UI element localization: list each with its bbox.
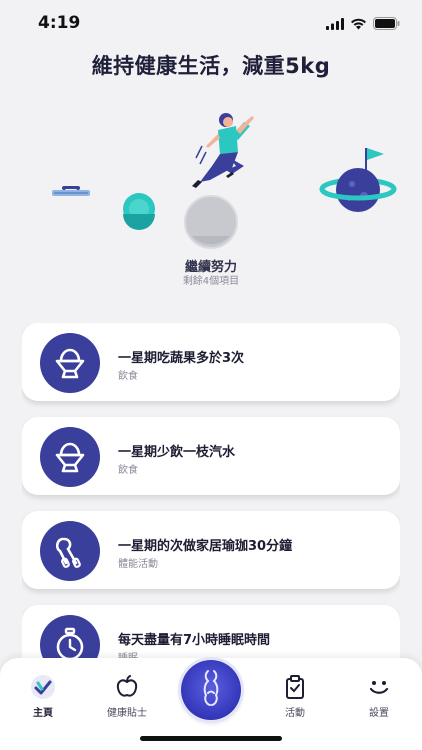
task-category: 體能活動 [118,559,158,570]
clipboard-icon [260,674,330,700]
task-category: 飲食 [118,371,138,382]
task-card[interactable]: 每天盡量有7小時睡眠時間 睡眠 [22,605,400,658]
saturn-planet-icon [319,148,397,212]
battery-icon [373,15,400,34]
tab-settings[interactable]: 設置 [344,674,414,719]
platform-icon [52,186,90,196]
egg-cup-icon [40,333,100,393]
task-list[interactable]: 一星期吃蔬果多於3次 飲食 一星期少飲一枝汽水 飲食 一星期的次做家居瑜珈30分… [22,323,400,658]
teal-planet-icon [123,193,155,230]
egg-cup-icon [40,427,100,487]
flying-person-icon [192,113,254,188]
task-title: 一星期的次做家居瑜珈30分鐘 [118,539,293,554]
wifi-icon [350,15,367,34]
center-action-button[interactable] [181,660,241,720]
task-card[interactable]: 一星期少飲一枝汽水 飲食 [22,417,400,495]
hand-grip-icon [40,521,100,581]
tab-home[interactable]: 主頁 [8,674,78,719]
status-time: 4:19 [38,13,81,33]
body-figure-icon [198,669,224,711]
task-category: 睡眠 [118,649,138,658]
page-title: 維持健康生活，減重5kg [91,54,331,78]
task-title: 一星期吃蔬果多於3次 [118,351,245,366]
tab-health-tips-label: 健康貼士 [107,708,147,719]
signal-icon [326,15,344,34]
home-indicator [140,736,282,741]
home-logo-icon [8,674,78,700]
tab-home-label: 主頁 [33,708,53,719]
tab-settings-label: 設置 [369,708,389,719]
task-title: 每天盡量有7小時睡眠時間 [118,633,271,648]
tab-activities[interactable]: 活動 [260,674,330,719]
task-title: 一星期少飲一枝汽水 [118,445,236,460]
tab-activities-label: 活動 [285,708,305,719]
task-card[interactable]: 一星期吃蔬果多於3次 飲食 [22,323,400,401]
progress-remaining: 剩餘4個項目 [182,276,240,287]
smile-icon [344,674,414,700]
status-icons [326,15,400,34]
progress-circle [184,195,238,249]
tab-health-tips[interactable]: 健康貼士 [92,674,162,719]
task-category: 飲食 [118,465,138,476]
stopwatch-icon [40,615,100,658]
task-card[interactable]: 一星期的次做家居瑜珈30分鐘 體能活動 [22,511,400,589]
status-bar: 4:19 [0,0,422,44]
apple-icon [92,674,162,700]
